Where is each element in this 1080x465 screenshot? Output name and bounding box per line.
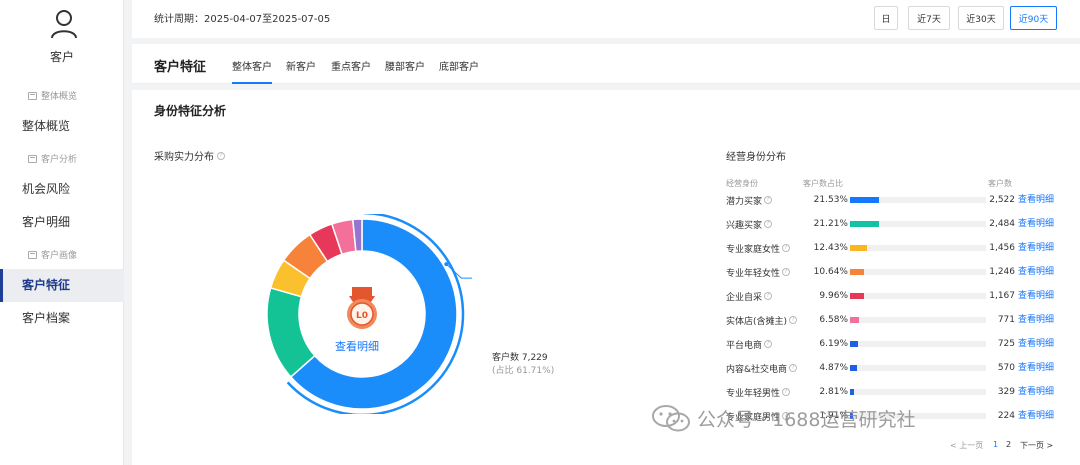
level-medal-icon: [347, 287, 377, 329]
row-ratio: 12.43%: [813, 243, 848, 253]
table-row: 实体店(含摊主)? 6.58% 771 查看明细: [726, 310, 1066, 334]
row-count: 725: [997, 339, 1015, 349]
sidebar-item-risk[interactable]: 机会风险: [0, 173, 124, 206]
row-ratio-bar-fill: [850, 365, 857, 371]
row-view-details-link[interactable]: 查看明细: [1018, 238, 1054, 258]
row-view-details-link[interactable]: 查看明细: [1018, 382, 1054, 402]
row-view-details-link[interactable]: 查看明细: [1018, 310, 1054, 330]
row-count: 2,522: [989, 195, 1015, 205]
wechat-icon: [652, 405, 690, 432]
identity-card: 身份特征分析 采购实力分布 ? L0 查看明细 客户数 7,229 (占比 61…: [132, 90, 1080, 465]
tabbar: 客户特征 整体客户 新客户 重点客户 腰部客户 底部客户: [132, 44, 1080, 84]
donut-callout-count: 客户数 7,229: [492, 353, 548, 363]
row-ratio-bar-fill: [850, 293, 864, 299]
sidebar-group-analysis: 客户分析: [28, 152, 77, 165]
row-ratio-bar-fill: [850, 341, 859, 347]
user-icon: [51, 10, 77, 39]
row-count: 224: [997, 411, 1015, 421]
row-ratio: 2.81%: [819, 387, 848, 397]
row-count: 1,167: [989, 291, 1015, 301]
range-7d-button[interactable]: 近7天: [908, 6, 950, 30]
row-ratio: 6.58%: [819, 315, 848, 325]
range-30d-button[interactable]: 近30天: [958, 6, 1004, 30]
pager-page-2[interactable]: 2: [1006, 440, 1011, 449]
donut-view-details-link[interactable]: 查看明细: [335, 338, 379, 354]
tab-key-customers[interactable]: 重点客户: [331, 58, 371, 73]
table-row: 企业自采? 9.96% 1,167 查看明细: [726, 286, 1066, 310]
folder-icon: [28, 91, 37, 100]
row-view-details-link[interactable]: 查看明细: [1018, 214, 1054, 234]
row-count: 771: [997, 315, 1015, 325]
row-ratio-bar-fill: [850, 269, 865, 275]
row-count: 329: [997, 387, 1015, 397]
sidebar-item-archive[interactable]: 客户档案: [0, 302, 124, 335]
table-row: 平台电商? 6.19% 725 查看明细: [726, 334, 1066, 358]
row-ratio-bar-fill: [850, 389, 854, 395]
row-ratio: 9.96%: [819, 291, 848, 301]
row-view-details-link[interactable]: 查看明细: [1018, 406, 1054, 426]
sidebar-item-details[interactable]: 客户明细: [0, 206, 124, 239]
table-header-count: 客户数: [988, 179, 1012, 188]
period-text: 统计周期：2025-04-07至2025-07-05: [154, 14, 331, 25]
pager-page-1[interactable]: 1: [993, 440, 998, 449]
sidebar-title: 客户: [49, 50, 74, 64]
topbar: 统计周期：2025-04-07至2025-07-05 日 近7天 近30天 近9…: [132, 0, 1080, 38]
sidebar-item-features[interactable]: 客户特征: [0, 269, 124, 302]
purchasing-power-donut: L0: [266, 214, 472, 414]
table-header-identity: 经营身份: [726, 179, 758, 188]
row-count: 1,246: [989, 267, 1015, 277]
table-row: 潜力买家? 21.53% 2,522 查看明细: [726, 190, 1066, 214]
tab-new-customers[interactable]: 新客户: [286, 58, 316, 73]
row-ratio-bar-fill: [850, 221, 879, 227]
table-row: 兴趣买家? 21.21% 2,484 查看明细: [726, 214, 1066, 238]
row-view-details-link[interactable]: 查看明细: [1018, 286, 1054, 306]
row-count: 1,456: [989, 243, 1015, 253]
watermark: 公众号 · 1688运营研究社: [651, 403, 915, 433]
folder-icon: [28, 154, 37, 163]
row-ratio: 21.21%: [813, 219, 848, 229]
row-ratio: 4.87%: [819, 363, 848, 373]
table-header-ratio: 客户数占比: [803, 179, 843, 188]
row-ratio-bar-fill: [850, 245, 867, 251]
row-ratio-bar-fill: [850, 197, 880, 203]
sidebar-group-overview: 整体概览: [28, 89, 77, 102]
table-row: 专业家庭女性? 12.43% 1,456 查看明细: [726, 238, 1066, 262]
level-badge-text: L0: [356, 311, 368, 321]
folder-icon: [28, 250, 37, 259]
sidebar-group-portrait: 客户画像: [28, 248, 77, 261]
purchasing-power-title: 采购实力分布 ?: [154, 148, 225, 163]
sidebar-item-overview[interactable]: 整体概览: [0, 110, 124, 143]
business-identity-title: 经营身份分布: [726, 152, 786, 163]
tab-section-title: 客户特征: [154, 60, 207, 75]
tab-all-customers[interactable]: 整体客户: [232, 58, 272, 84]
table-row: 内容&社交电商? 4.87% 570 查看明细: [726, 358, 1066, 382]
help-icon[interactable]: ?: [217, 151, 225, 160]
row-count: 570: [997, 363, 1015, 373]
range-day-button[interactable]: 日: [874, 6, 898, 30]
donut-callout-dot: [444, 262, 449, 267]
pager-next[interactable]: 下一页 >: [1020, 440, 1053, 451]
row-count: 2,484: [989, 219, 1015, 229]
sidebar: 客户 整体概览 整体概览 客户分析 机会风险 客户明细 客户画像 客户特征 客户…: [0, 0, 124, 465]
pager-prev[interactable]: < 上一页: [950, 440, 983, 451]
row-ratio: 21.53%: [813, 195, 848, 205]
row-ratio-bar-fill: [850, 317, 859, 323]
row-view-details-link[interactable]: 查看明细: [1018, 334, 1054, 354]
row-view-details-link[interactable]: 查看明细: [1018, 262, 1054, 282]
row-ratio: 6.19%: [819, 339, 848, 349]
row-view-details-link[interactable]: 查看明细: [1018, 358, 1054, 378]
tab-middle-customers[interactable]: 腰部客户: [385, 58, 425, 73]
section-title: 身份特征分析: [154, 104, 227, 118]
row-view-details-link[interactable]: 查看明细: [1018, 190, 1054, 210]
tab-bottom-customers[interactable]: 底部客户: [439, 58, 479, 73]
table-row: 专业年轻女性? 10.64% 1,246 查看明细: [726, 262, 1066, 286]
donut-callout-pct: (占比 61.71%): [492, 366, 555, 376]
row-ratio: 10.64%: [813, 267, 848, 277]
range-90d-button[interactable]: 近90天: [1010, 6, 1057, 30]
